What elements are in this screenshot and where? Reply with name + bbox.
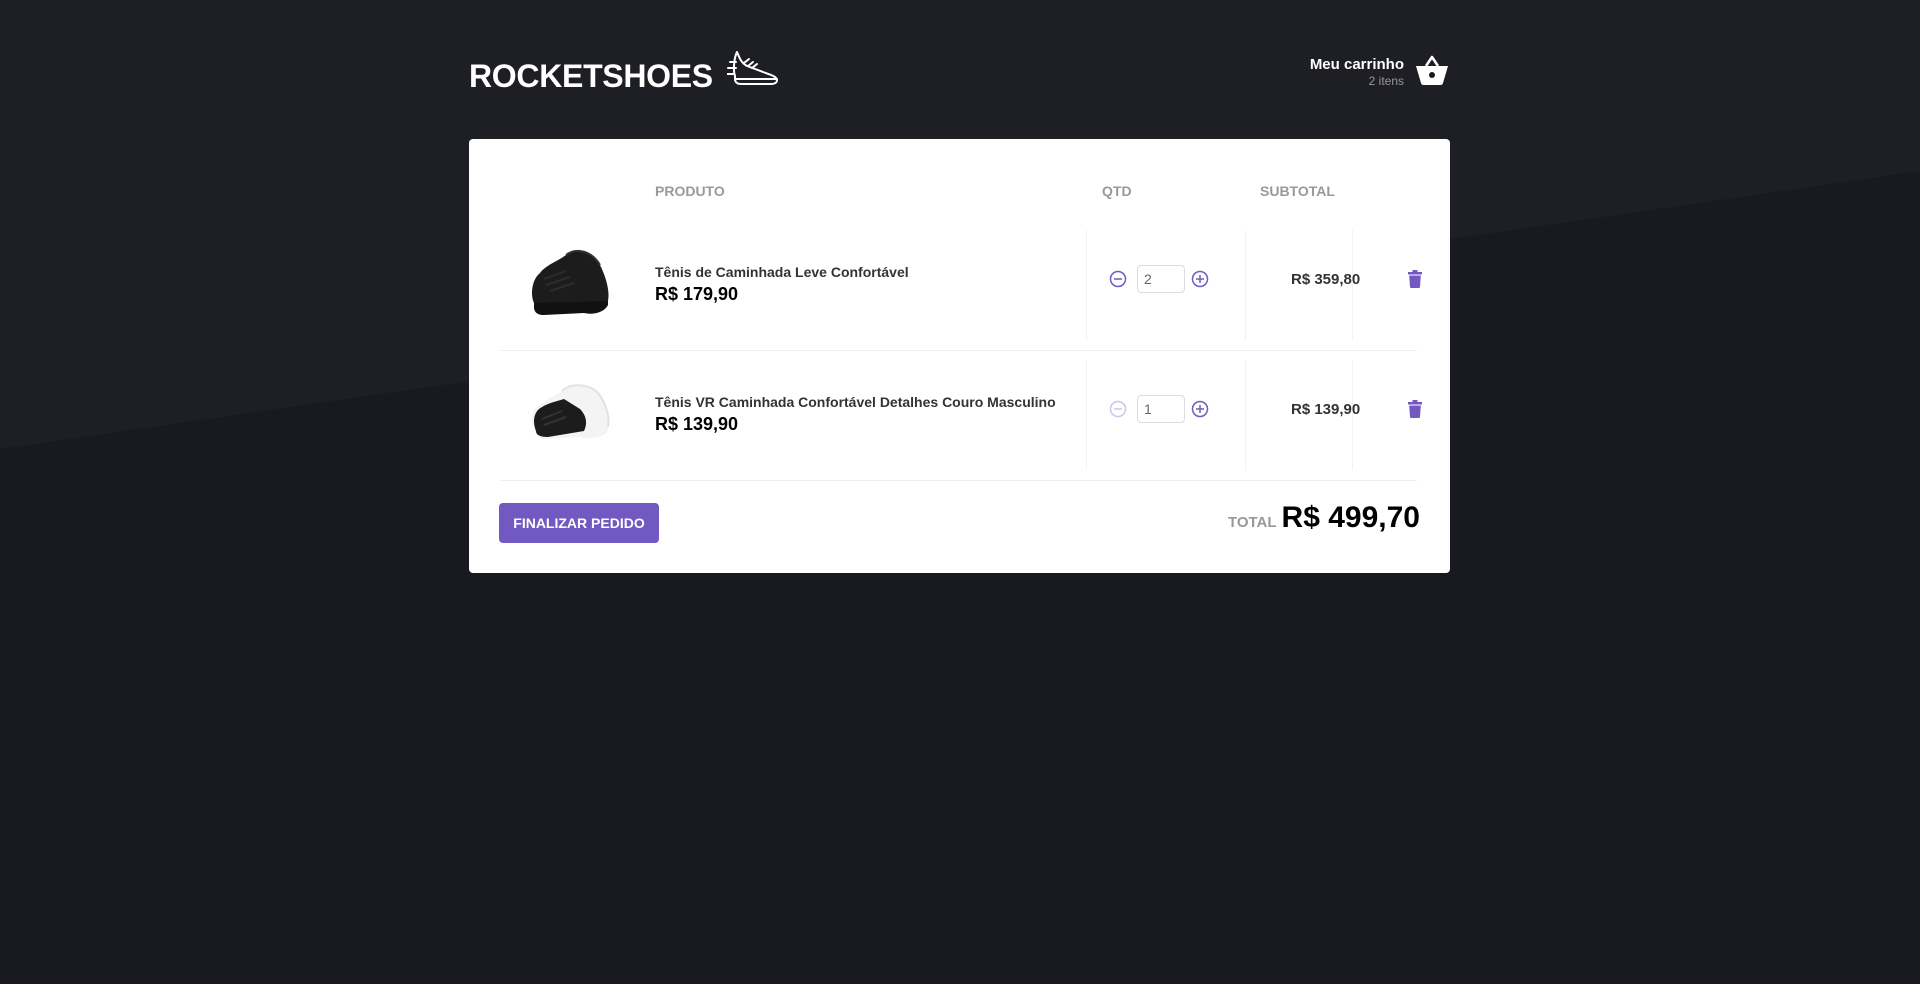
increment-button[interactable] [1190,269,1210,289]
item-subtotal: R$ 139,90 [1291,401,1361,418]
column-header-product: PRODUTO [655,183,725,199]
minus-circle-icon [1109,270,1127,288]
column-divider [1245,360,1246,470]
page-container: ROCKETSHOES Meu carrinho 2 itens PRODUTO… [469,0,1450,573]
quantity-input[interactable] [1137,395,1185,423]
product-title: Tênis de Caminhada Leve Confortável [655,264,909,280]
order-total: TOTAL R$ 499,70 [1228,501,1420,535]
shopping-basket-icon [1414,52,1450,93]
delete-button[interactable] [1404,398,1426,420]
item-subtotal: R$ 359,80 [1291,271,1361,288]
logo-link[interactable]: ROCKETSHOES [469,48,779,93]
cart-link[interactable]: Meu carrinho 2 itens [1310,52,1450,93]
product-image [514,365,614,465]
quantity-input[interactable] [1137,265,1185,293]
cart-title: Meu carrinho [1309,56,1404,73]
total-label: TOTAL [1227,514,1277,531]
column-header-subtotal: SUBTOTAL [1260,183,1335,199]
trash-icon [1408,270,1422,288]
product-price: R$ 179,90 [655,284,739,304]
increment-button[interactable] [1190,399,1210,419]
delete-button[interactable] [1404,268,1426,290]
plus-circle-icon [1191,270,1209,288]
plus-circle-icon [1191,400,1209,418]
product-image [514,235,614,335]
sneaker-icon [725,48,779,93]
column-header-qty: QTD [1102,183,1132,199]
product-title: Tênis VR Caminhada Confortável Detalhes … [655,394,1056,410]
minus-circle-icon [1109,400,1127,418]
cart-info: Meu carrinho 2 itens [1310,56,1404,89]
column-divider [1086,360,1087,470]
table-row: Tênis VR Caminhada Confortável Detalhes … [500,350,1422,481]
cart-panel: PRODUTO QTD SUBTOTAL Tênis de Caminhada … [469,139,1450,573]
brand-name: ROCKETSHOES [469,57,713,94]
cart-count: 2 itens [1368,74,1404,88]
product-price: R$ 139,90 [655,414,739,434]
table-row: Tênis de Caminhada Leve Confortável R$ 1… [500,220,1422,351]
checkout-button[interactable]: FINALIZAR PEDIDO [499,503,659,543]
column-divider [1245,230,1246,340]
decrement-button[interactable] [1108,269,1128,289]
column-divider [1086,230,1087,340]
decrement-button[interactable] [1108,399,1128,419]
total-value: R$ 499,70 [1281,501,1420,534]
header: ROCKETSHOES Meu carrinho 2 itens [469,0,1450,139]
trash-icon [1408,400,1422,418]
